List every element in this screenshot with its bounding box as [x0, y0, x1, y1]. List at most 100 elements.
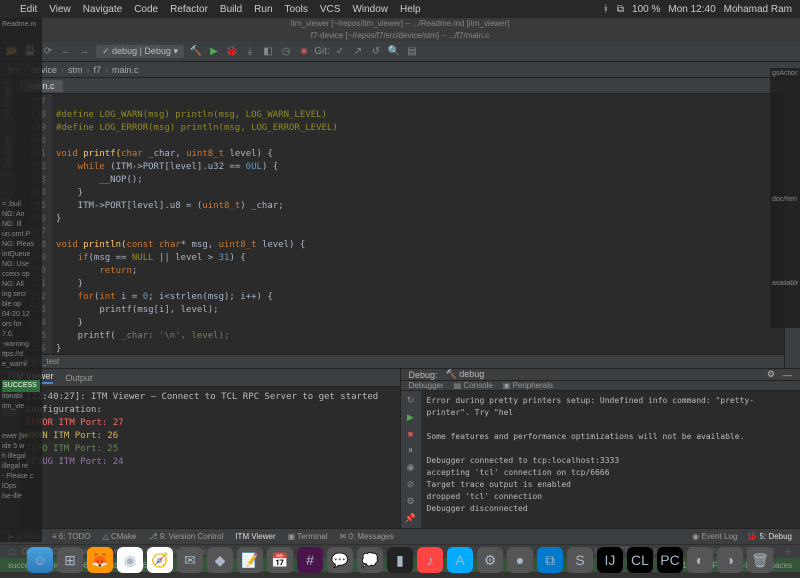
run-icon[interactable]: ▶	[208, 46, 220, 58]
dock-safari[interactable]: 🧭	[147, 547, 173, 573]
debug-gutter: ↻ ▶ ■ ⏸ ◉ ⊘ ⚙ 📌	[401, 391, 421, 528]
hide-icon[interactable]: —	[783, 370, 792, 380]
tab-peripherals[interactable]: ▣ Peripherals	[503, 381, 553, 390]
tab-output[interactable]: Output	[65, 373, 92, 383]
window-title-front: f7-device [~/repos/f7/src/device/stm] – …	[0, 30, 800, 42]
git-history-icon[interactable]: ↺	[370, 46, 382, 58]
bluetooth-icon[interactable]: ᚼ	[603, 4, 609, 15]
mute-bp-icon[interactable]: ⊘	[407, 479, 415, 490]
dock-slack[interactable]: #	[297, 547, 323, 573]
refresh-icon[interactable]: ⟳	[42, 46, 54, 58]
run-config-selector[interactable]: ✓ debug | Debug ▾	[96, 45, 184, 58]
dock-appstore[interactable]: A	[447, 547, 473, 573]
forward-icon[interactable]: →	[78, 46, 90, 58]
macos-dock: ☺ ⊞ 🦊 ◉ 🧭 ✉ ◆ 📝 📅 # 💬 💭 ▮ ♪ A ⚙ ● ⧉ S IJ…	[0, 542, 800, 578]
dock-finder[interactable]: ☺	[27, 547, 53, 573]
twb-terminal[interactable]: ▣ Terminal	[288, 532, 328, 541]
dock-messages[interactable]: 💭	[357, 547, 383, 573]
dock-notes[interactable]: 📝	[237, 547, 263, 573]
dock-whatsapp[interactable]: 💬	[327, 547, 353, 573]
twb-itm[interactable]: ITM Viewer	[235, 532, 275, 541]
twb-vcs[interactable]: ⎇ 9: Version Control	[148, 532, 223, 541]
profile-icon[interactable]: ◷	[280, 46, 292, 58]
view-bp-icon[interactable]: ◉	[407, 462, 415, 473]
menu-navigate[interactable]: Navigate	[83, 4, 122, 15]
menu-refactor[interactable]: Refactor	[170, 4, 208, 15]
menu-run[interactable]: Run	[254, 4, 272, 15]
tab-debugger[interactable]: Debugger	[409, 381, 444, 390]
menu-edit[interactable]: Edit	[20, 4, 37, 15]
debug-subtabs: Debugger ▤ Console ▣ Peripherals	[401, 381, 800, 391]
bc-stm[interactable]: stm	[68, 65, 83, 75]
code-editor[interactable]: 1971981992002012022032042052062072082092…	[16, 94, 784, 354]
itm-output[interactable]: [12:40:27]: ITM Viewer – Connect to TCL …	[20, 387, 400, 528]
user-name[interactable]: Mohamad Ram	[724, 4, 792, 15]
ide-toolbar: 📂 💾 ⟳ ← → ✓ debug | Debug ▾ 🔨 ▶ 🐞 ⤓ ◧ ◷ …	[0, 42, 800, 62]
gear-icon[interactable]: ⚙	[767, 369, 775, 380]
dock-app4[interactable]: ◑	[717, 547, 743, 573]
dock-chrome[interactable]: ◉	[117, 547, 143, 573]
twb-debug[interactable]: 🐞 5: Debug	[747, 532, 792, 541]
back-icon[interactable]: ←	[60, 46, 72, 58]
pin-icon[interactable]: 📌	[405, 513, 416, 524]
hammer-icon[interactable]: 🔨	[190, 46, 202, 58]
back-window-left: Readme.m > :builNG: AnNG: Illun.omt.PNG:…	[0, 18, 42, 542]
git-push-icon[interactable]: ↗	[352, 46, 364, 58]
stop-icon[interactable]: ■	[298, 46, 310, 58]
stop-debug-icon[interactable]: ■	[408, 429, 413, 439]
twb-eventlog[interactable]: ◉ Event Log	[692, 532, 737, 541]
settings-icon[interactable]: ⚙	[406, 496, 414, 507]
menu-build[interactable]: Build	[220, 4, 242, 15]
debug-icon[interactable]: 🐞	[226, 46, 238, 58]
dock-intellij[interactable]: IJ	[597, 547, 623, 573]
debug-config[interactable]: 🔨 debug	[446, 369, 485, 380]
menu-code[interactable]: Code	[134, 4, 158, 15]
dock-launchpad[interactable]: ⊞	[57, 547, 83, 573]
twb-todo[interactable]: ≡ 6: TODO	[52, 532, 91, 541]
dock-system[interactable]: ⚙	[477, 547, 503, 573]
debug-console[interactable]: Error during pretty printers setup: Unde…	[421, 391, 800, 528]
debug-panel: Debug: 🔨 debug ⚙ — Debugger ▤ Console ▣ …	[401, 369, 800, 528]
dock-vscode[interactable]: ⧉	[537, 547, 563, 573]
dock-clion[interactable]: CL	[627, 547, 653, 573]
debug-header: Debug: 🔨 debug ⚙ —	[401, 369, 800, 381]
dock-terminal[interactable]: ▮	[387, 547, 413, 573]
dock-pycharm[interactable]: PC	[657, 547, 683, 573]
twb-messages[interactable]: ✉ 0: Messages	[340, 532, 394, 541]
bc-f7[interactable]: f7	[94, 65, 102, 75]
dock-calendar[interactable]: 📅	[267, 547, 293, 573]
clock[interactable]: Mon 12:40	[668, 4, 715, 15]
git-label: Git:	[316, 46, 328, 58]
battery-status[interactable]: 100 %	[632, 4, 660, 15]
search-icon[interactable]: 🔍	[388, 46, 400, 58]
resume-icon[interactable]: ▶	[407, 412, 414, 423]
coverage-icon[interactable]: ◧	[262, 46, 274, 58]
code-content[interactable]: #define LOG_WARN(msg) println(msg, LOG_W…	[52, 94, 784, 354]
wifi-icon[interactable]: ⧉	[617, 4, 624, 15]
dock-app1[interactable]: ◆	[207, 547, 233, 573]
attach-icon[interactable]: ⤓	[244, 46, 256, 58]
git-update-icon[interactable]: ✓	[334, 46, 346, 58]
dock-sublime[interactable]: S	[567, 547, 593, 573]
bottom-panels: ITM Viewer Output ▶ ⌦ [12:40:27]: ITM Vi…	[0, 368, 800, 528]
menu-view[interactable]: View	[49, 4, 71, 15]
macos-menubar: Edit View Navigate Code Refactor Build R…	[0, 0, 800, 18]
dock-music[interactable]: ♪	[417, 547, 443, 573]
bc-file[interactable]: main.c	[112, 65, 139, 75]
menu-tools[interactable]: Tools	[285, 4, 308, 15]
dock-firefox[interactable]: 🦊	[87, 547, 113, 573]
breadcrumb: src› device› stm› f7› main.c	[0, 62, 800, 78]
more-icon[interactable]: ▤	[406, 46, 418, 58]
pause-icon[interactable]: ⏸	[408, 445, 413, 456]
tab-console[interactable]: ▤ Console	[454, 381, 493, 390]
dock-app2[interactable]: ●	[507, 547, 533, 573]
dock-trash[interactable]: 🗑	[747, 547, 773, 573]
twb-cmake[interactable]: △ CMake	[103, 532, 137, 541]
main-area: 1: Project 7: Structure 2: Favorites mai…	[0, 78, 800, 368]
dock-mail[interactable]: ✉	[177, 547, 203, 573]
dock-app3[interactable]: ◐	[687, 547, 713, 573]
menu-window[interactable]: Window	[352, 4, 388, 15]
menu-vcs[interactable]: VCS	[320, 4, 341, 15]
menu-help[interactable]: Help	[400, 4, 421, 15]
rerun-icon[interactable]: ↻	[407, 395, 415, 406]
